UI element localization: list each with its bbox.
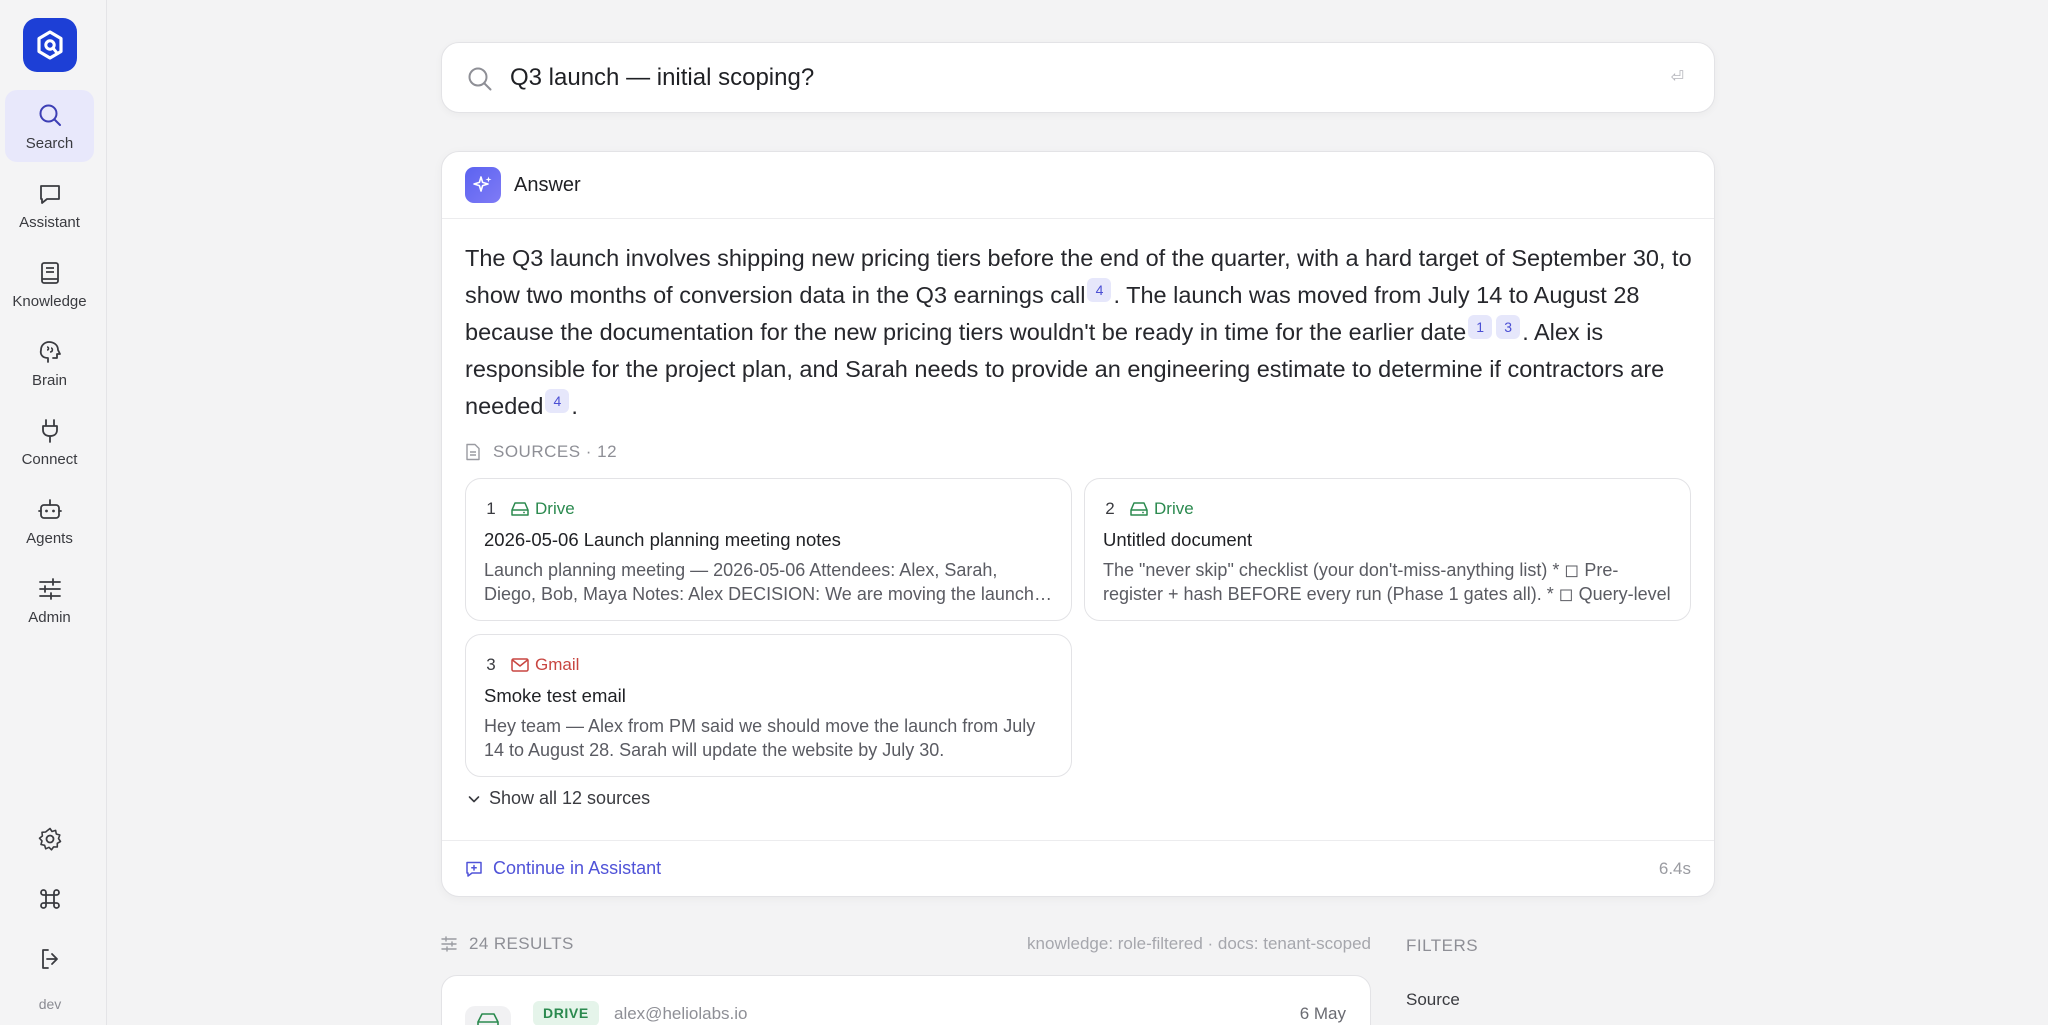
- answer-footer: Continue in Assistant 6.4s: [442, 840, 1714, 896]
- source-card[interactable]: 3 Gmail Smoke test email Hey team — Alex…: [465, 634, 1072, 777]
- result-date: 6 May: [1299, 1004, 1346, 1023]
- source-provider: Drive: [1130, 499, 1194, 519]
- logout-button[interactable]: [35, 944, 65, 974]
- sliders-icon: [38, 577, 61, 600]
- plug-icon: [41, 418, 58, 443]
- drive-icon: [511, 502, 529, 516]
- show-all-sources-button[interactable]: Show all 12 sources: [467, 788, 650, 809]
- nav-knowledge[interactable]: Knowledge: [5, 248, 94, 320]
- source-number: 3: [486, 655, 496, 674]
- citation-badge[interactable]: 4: [1087, 278, 1112, 302]
- source-title: Smoke test email: [484, 685, 626, 706]
- source-number: 1: [486, 499, 496, 518]
- source-snippet: Launch planning meeting — 2026-05-06 Att…: [484, 560, 1034, 604]
- results-header: 24 RESULTS knowledge: role-filtered · do…: [441, 934, 1371, 954]
- filters-title: FILTERS: [1406, 936, 1479, 955]
- source-snippet: The "never skip" checklist (your don't-m…: [1103, 560, 1671, 604]
- answer-text: The Q3 launch involves shipping new pric…: [465, 240, 1695, 425]
- brain-icon: [39, 340, 61, 363]
- command-palette-button[interactable]: [35, 884, 65, 914]
- list-filter-icon: [441, 936, 457, 952]
- enter-key-hint: ⏎: [1670, 69, 1684, 86]
- nav-brain[interactable]: Brain: [5, 327, 94, 399]
- nav-search-label: Search: [25, 134, 74, 152]
- citation-badge[interactable]: 4: [545, 389, 570, 413]
- show-all-label: Show all 12 sources: [489, 788, 651, 808]
- nav-assistant[interactable]: Assistant: [5, 169, 94, 241]
- source-snippet: Hey team — Alex from PM said we should m…: [484, 716, 1036, 760]
- continue-in-assistant-button[interactable]: Continue in Assistant: [465, 858, 661, 879]
- answer-title: Answer: [514, 173, 581, 196]
- elapsed-time: 6.4s: [1658, 858, 1691, 878]
- search-icon: [39, 104, 61, 126]
- source-provider: Gmail: [511, 655, 579, 675]
- environment-label: dev: [38, 996, 62, 1012]
- bot-icon: [37, 498, 62, 519]
- command-icon: [40, 889, 60, 909]
- nav-connect-label: Connect: [21, 450, 78, 468]
- citation-badge[interactable]: 1: [1468, 315, 1493, 339]
- source-provider-label: Drive: [1154, 499, 1194, 518]
- source-card[interactable]: 2 Drive Untitled document The "never ski…: [1084, 478, 1691, 621]
- sources-header: SOURCES · 12: [465, 442, 617, 462]
- mail-icon: [511, 658, 529, 672]
- source-card[interactable]: 1 Drive 2026-05-06 Launch planning meeti…: [465, 478, 1072, 621]
- document-icon: [466, 443, 480, 461]
- answer-header: Answer: [442, 152, 1714, 219]
- nav-search[interactable]: Search: [5, 90, 94, 162]
- search-icon: [468, 67, 492, 91]
- result-row[interactable]: DRIVE alex@heliolabs.io 6 May: [441, 975, 1371, 1025]
- chat-icon: [39, 184, 60, 204]
- source-provider-label: Drive: [535, 499, 575, 518]
- nav-admin-label: Admin: [28, 608, 71, 626]
- source-provider: Drive: [511, 499, 575, 519]
- drive-icon: [465, 1006, 511, 1025]
- nav-assistant-label: Assistant: [19, 213, 80, 231]
- source-provider-label: Gmail: [535, 655, 580, 674]
- book-icon: [40, 261, 59, 284]
- nav-agents[interactable]: Agents: [5, 485, 94, 557]
- chat-plus-icon: [466, 861, 482, 877]
- chevron-down-icon: [468, 795, 480, 802]
- search-bar: ⏎: [441, 42, 1715, 113]
- settings-button[interactable]: [35, 824, 65, 854]
- nav-agents-label: Agents: [26, 529, 73, 547]
- source-title: 2026-05-06 Launch planning meeting notes: [484, 529, 841, 550]
- answer-segment: .: [571, 393, 578, 419]
- source-badge: DRIVE: [533, 1001, 599, 1025]
- logo-icon: [37, 30, 63, 60]
- answer-card: Answer The Q3 launch involves shipping n…: [441, 151, 1715, 897]
- results-count: 24 RESULTS: [441, 934, 574, 954]
- source-title: Untitled document: [1103, 529, 1253, 550]
- sources-count: SOURCES · 12: [493, 442, 618, 461]
- result-author: alex@heliolabs.io: [614, 1004, 748, 1023]
- citation-badge[interactable]: 3: [1496, 315, 1521, 339]
- results-count-label: 24 RESULTS: [469, 934, 574, 953]
- app-logo[interactable]: [23, 18, 77, 72]
- gear-icon: [38, 827, 62, 851]
- drive-icon: [1130, 502, 1148, 516]
- results-meta: knowledge: role-filtered · docs: tenant-…: [1027, 934, 1371, 953]
- search-input[interactable]: [510, 57, 1610, 99]
- sidebar: Search Assistant Knowledge Brain Connect…: [0, 0, 107, 1025]
- continue-label: Continue in Assistant: [493, 858, 662, 878]
- sparkle-icon: [465, 167, 501, 203]
- nav-admin[interactable]: Admin: [5, 564, 94, 636]
- filter-source-label[interactable]: Source: [1406, 990, 1460, 1010]
- nav-brain-label: Brain: [31, 371, 68, 389]
- logout-icon: [42, 949, 58, 969]
- app-root: Search Assistant Knowledge Brain Connect…: [0, 0, 2048, 1025]
- nav-knowledge-label: Knowledge: [12, 292, 87, 310]
- source-number: 2: [1105, 499, 1115, 518]
- nav-connect[interactable]: Connect: [5, 406, 94, 478]
